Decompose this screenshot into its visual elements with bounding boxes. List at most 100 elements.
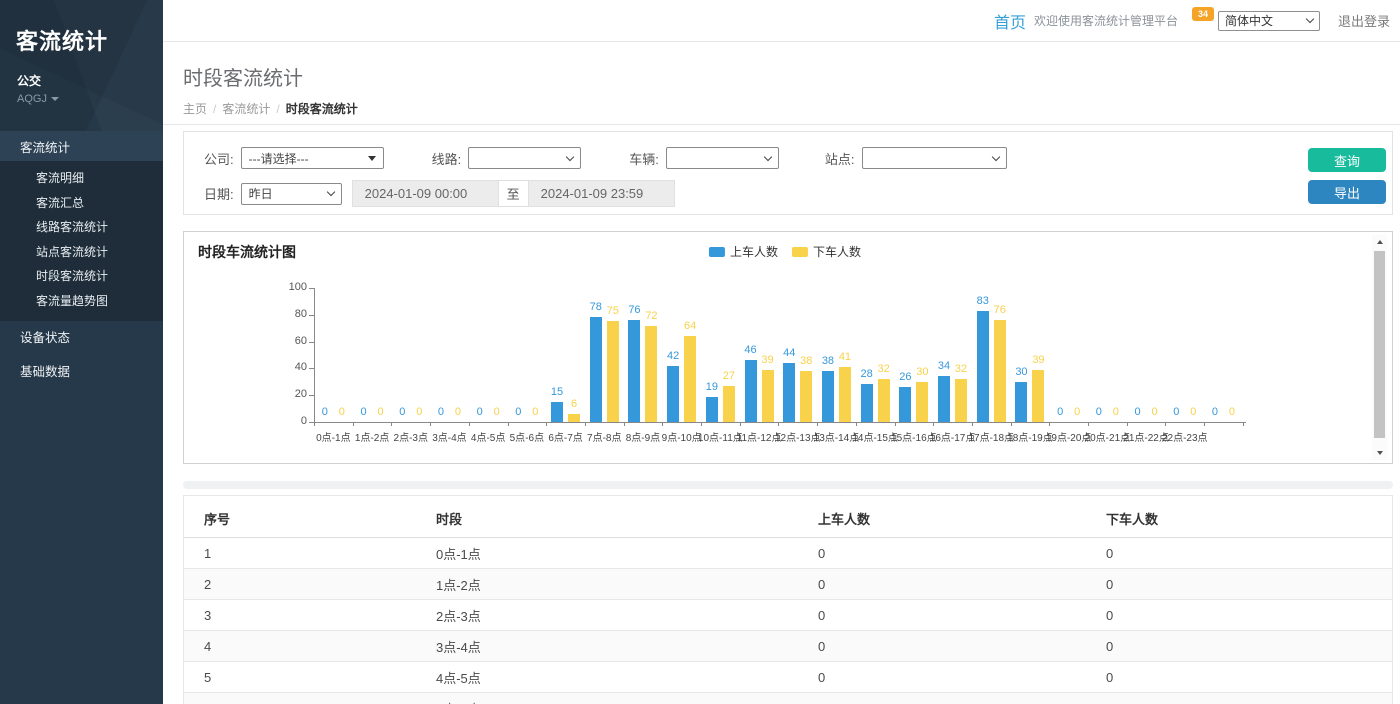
table-cell: 0 bbox=[1086, 600, 1392, 631]
bar-boarding bbox=[783, 363, 795, 422]
breadcrumb-passenger-stats[interactable]: 客流统计 bbox=[222, 100, 270, 117]
table-cell: 2点-3点 bbox=[416, 600, 798, 631]
bar-alighting bbox=[994, 320, 1006, 422]
sidebar-submenu: 客流明细 客流汇总 线路客流统计 站点客流统计 时段客流统计 客流量趋势图 bbox=[0, 161, 163, 321]
welcome-text: 欢迎使用客流统计管理平台 bbox=[1034, 12, 1178, 29]
company-select[interactable]: ---请选择--- bbox=[241, 147, 384, 169]
sidebar-section-passenger-stats[interactable]: 客流统计 bbox=[0, 131, 163, 161]
sidebar-item-station-stats[interactable]: 站点客流统计 bbox=[0, 240, 163, 265]
table-cell: 3 bbox=[184, 600, 416, 631]
x-axis-tick-mark bbox=[1011, 422, 1012, 426]
sidebar-item-base-data[interactable]: 基础数据 bbox=[0, 355, 163, 389]
sidebar-nav: 客流统计 客流明细 客流汇总 线路客流统计 站点客流统计 时段客流统计 客流量趋… bbox=[0, 131, 163, 389]
sidebar-item-period-stats[interactable]: 时段客流统计 bbox=[0, 264, 163, 289]
filter-row-2: 日期: 昨日 2024-01-09 00:00 至 2024-01-09 23:… bbox=[184, 169, 1392, 207]
bar-alighting bbox=[916, 382, 928, 422]
x-axis-tick-mark bbox=[1049, 422, 1050, 426]
table-cell: 0 bbox=[798, 693, 1086, 704]
x-axis-tick-mark bbox=[430, 422, 431, 426]
bar-value-label: 32 bbox=[946, 363, 976, 375]
company-select-value: ---请选择--- bbox=[249, 150, 309, 167]
home-link[interactable]: 首页 bbox=[994, 9, 1026, 33]
bar-alighting bbox=[607, 321, 619, 422]
org-code-dropdown[interactable]: AQGJ bbox=[0, 89, 163, 105]
bar-value-label: 27 bbox=[714, 370, 744, 382]
breadcrumb-home[interactable]: 主页 bbox=[183, 100, 207, 117]
table-cell: 6 bbox=[184, 693, 416, 704]
bar-alighting bbox=[800, 371, 812, 422]
breadcrumb: 主页 / 客流统计 / 时段客流统计 bbox=[183, 100, 1400, 117]
chevron-down-icon bbox=[566, 152, 574, 160]
table-cell: 0 bbox=[1086, 631, 1392, 662]
sidebar-item-passenger-summary[interactable]: 客流汇总 bbox=[0, 191, 163, 216]
sidebar-item-line-stats[interactable]: 线路客流统计 bbox=[0, 215, 163, 240]
x-axis-label: 3点-4点 bbox=[432, 429, 466, 444]
y-axis-tick-label: 80 bbox=[184, 308, 307, 320]
x-axis-label: 7点-8点 bbox=[587, 429, 621, 444]
date-from-input[interactable]: 2024-01-09 00:00 bbox=[352, 180, 499, 207]
x-axis-tick-mark bbox=[740, 422, 741, 426]
x-axis-label: 6点-7点 bbox=[548, 429, 582, 444]
sidebar-item-passenger-detail[interactable]: 客流明细 bbox=[0, 166, 163, 191]
x-axis-tick-mark bbox=[391, 422, 392, 426]
y-axis-tick-label: 20 bbox=[184, 388, 307, 400]
language-select-value: 简体中文 bbox=[1225, 12, 1273, 29]
table-cell: 1 bbox=[184, 538, 416, 569]
bar-boarding bbox=[1015, 382, 1027, 422]
table-row: 10点-1点00 bbox=[184, 538, 1392, 569]
bar-boarding bbox=[861, 384, 873, 422]
station-select[interactable] bbox=[862, 147, 1007, 169]
horizontal-scrollbar-track[interactable] bbox=[183, 481, 1393, 489]
x-axis-tick-mark bbox=[469, 422, 470, 426]
scrollbar-up-arrow[interactable] bbox=[1372, 235, 1387, 249]
sidebar-section-label: 客流统计 bbox=[20, 137, 70, 156]
chart-panel: 时段车流统计图 上车人数 下车人数 020406080100000点-1点001… bbox=[183, 231, 1393, 464]
station-label: 站点: bbox=[825, 149, 855, 168]
company-label: 公司: bbox=[204, 149, 234, 168]
bar-value-label: 64 bbox=[675, 320, 705, 332]
x-axis-label: 5点-6点 bbox=[510, 429, 544, 444]
x-axis-tick-mark bbox=[856, 422, 857, 426]
bar-value-label: 0 bbox=[520, 406, 550, 418]
breadcrumb-separator: / bbox=[213, 102, 216, 116]
x-axis-tick-mark bbox=[895, 422, 896, 426]
scrollbar-thumb[interactable] bbox=[1374, 251, 1385, 438]
x-axis-label: 4点-5点 bbox=[471, 429, 505, 444]
table-row: 32点-3点00 bbox=[184, 600, 1392, 631]
x-axis-tick-mark bbox=[701, 422, 702, 426]
x-axis-tick-mark bbox=[508, 422, 509, 426]
bar-value-label: 6 bbox=[559, 398, 589, 410]
table-cell: 5 bbox=[184, 662, 416, 693]
bar-boarding bbox=[899, 387, 911, 422]
bar-value-label: 15 bbox=[542, 386, 572, 398]
app-window: 客流统计 公交 AQGJ 客流统计 客流明细 客流汇总 线路客流统计 站点客流统… bbox=[0, 0, 1400, 704]
bar-alighting bbox=[878, 379, 890, 422]
x-axis-tick-mark bbox=[1127, 422, 1128, 426]
y-axis-line bbox=[314, 288, 315, 422]
chart-vertical-scrollbar[interactable] bbox=[1372, 235, 1387, 460]
bar-value-label: 76 bbox=[985, 304, 1015, 316]
date-to-input[interactable]: 2024-01-09 23:59 bbox=[528, 180, 675, 207]
chart-canvas: 020406080100000点-1点001点-2点002点-3点003点-4点… bbox=[184, 232, 1392, 463]
sidebar-item-device-status[interactable]: 设备状态 bbox=[0, 321, 163, 355]
y-axis-tick-label: 0 bbox=[184, 415, 307, 427]
language-select[interactable]: 简体中文 bbox=[1218, 11, 1320, 31]
vehicle-select[interactable] bbox=[666, 147, 779, 169]
sidebar-item-trend-chart[interactable]: 客流量趋势图 bbox=[0, 289, 163, 314]
bar-boarding bbox=[977, 311, 989, 422]
line-select[interactable] bbox=[468, 147, 581, 169]
col-header-boarding: 上车人数 bbox=[798, 496, 1086, 538]
x-axis-tick-mark bbox=[314, 422, 315, 426]
query-button[interactable]: 查询 bbox=[1308, 148, 1386, 172]
logout-link[interactable]: 退出登录 bbox=[1338, 11, 1390, 30]
table-cell: 0点-1点 bbox=[416, 538, 798, 569]
date-preset-select[interactable]: 昨日 bbox=[241, 183, 342, 205]
org-name: 公交 bbox=[0, 56, 163, 89]
x-axis-label: 0点-1点 bbox=[316, 429, 350, 444]
scrollbar-down-arrow[interactable] bbox=[1372, 446, 1387, 460]
export-button[interactable]: 导出 bbox=[1308, 180, 1386, 204]
chevron-down-icon bbox=[326, 188, 334, 196]
bar-alighting bbox=[955, 379, 967, 422]
topbar: 首页 欢迎使用客流统计管理平台 34 简体中文 退出登录 bbox=[163, 0, 1400, 42]
bar-alighting bbox=[1032, 370, 1044, 422]
